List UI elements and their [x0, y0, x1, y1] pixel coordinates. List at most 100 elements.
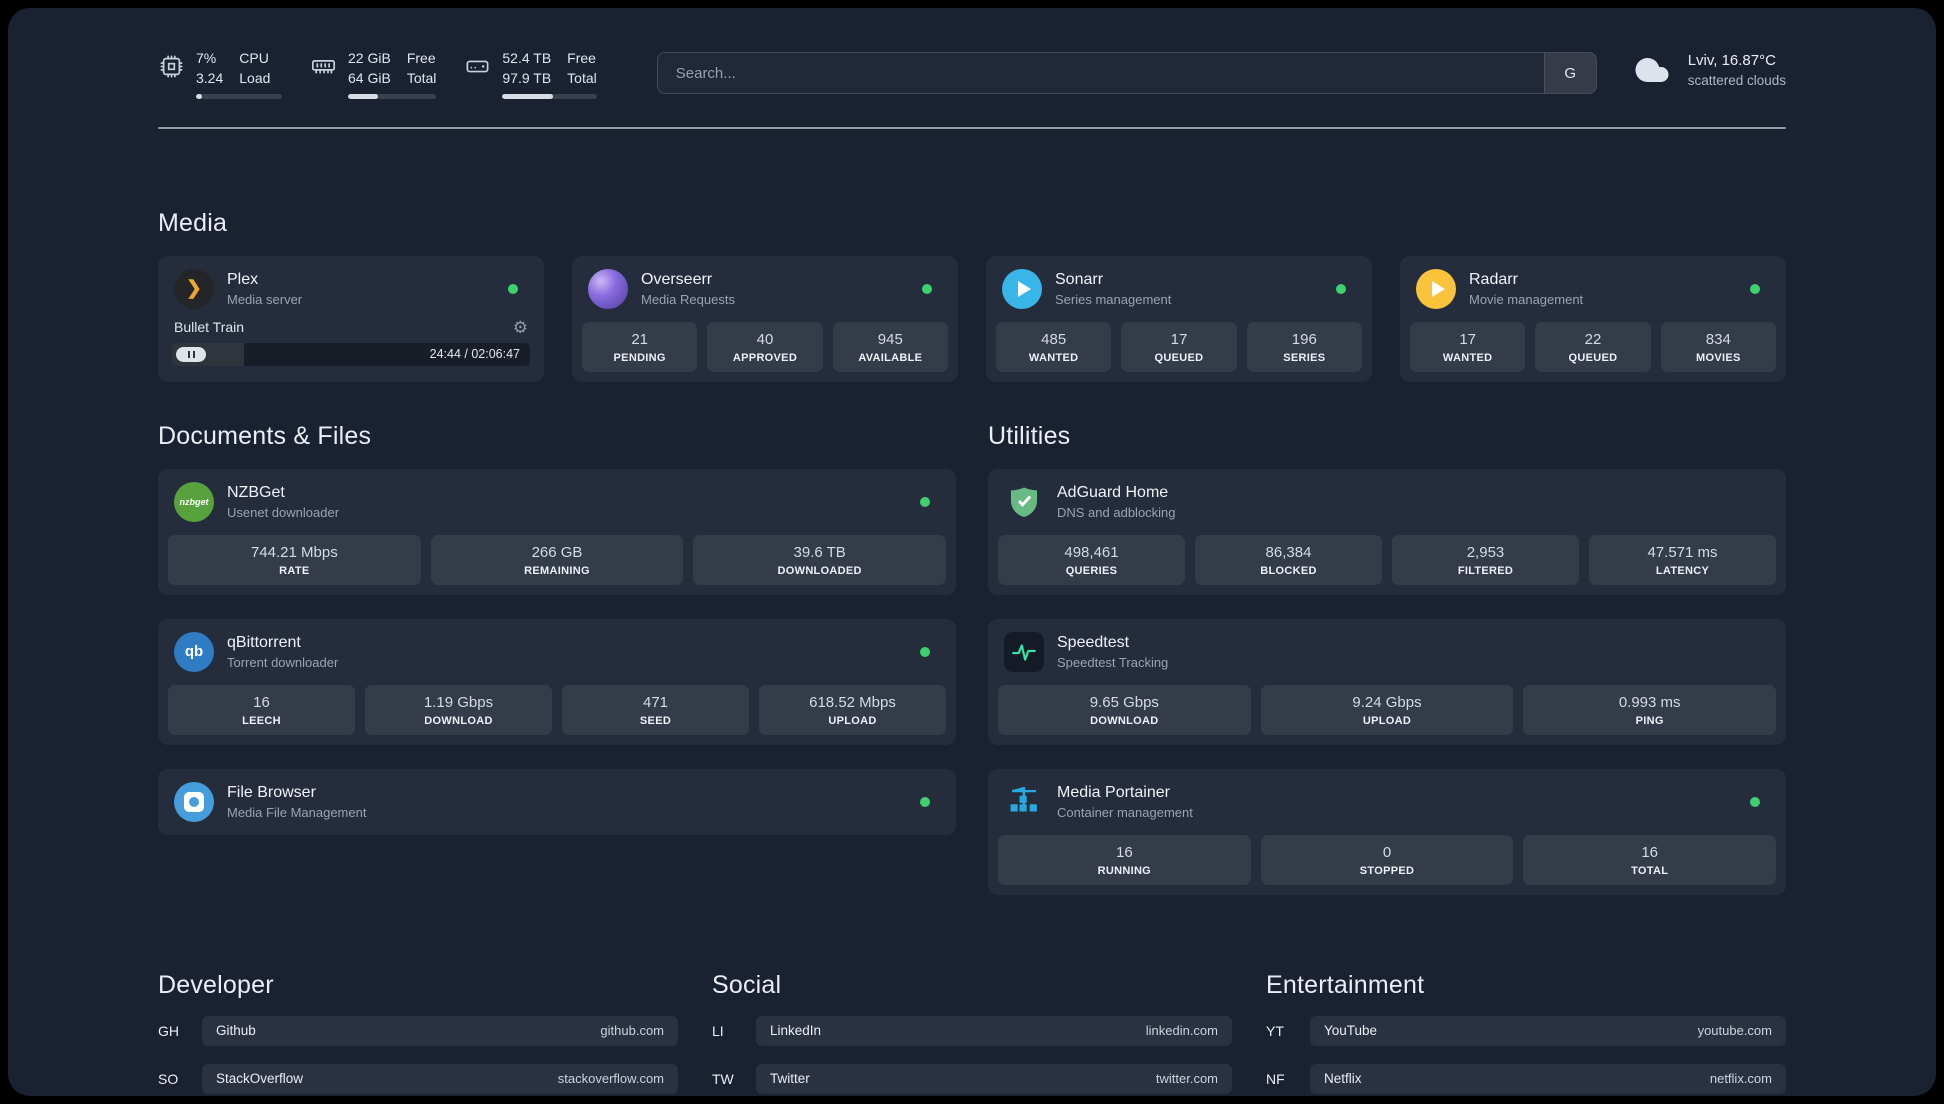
card-overseerr: Overseerr Media Requests 21 PENDING 40 A… — [572, 255, 958, 382]
stat-value: 744.21 Mbps — [250, 543, 338, 561]
bookmarks: Developer GH Github github.com SO StackO… — [158, 971, 1786, 1096]
weather-condition: scattered clouds — [1687, 73, 1786, 88]
stat-available: 945 AVAILABLE — [832, 321, 948, 372]
stat-label: DOWNLOADED — [777, 564, 862, 577]
stat-label: RATE — [279, 564, 310, 577]
disk-total-value: 97.9 TB — [502, 69, 552, 86]
stat-running: 16 RUNNING — [998, 834, 1251, 885]
card-portainer: Media Portainer Container management 16 … — [988, 768, 1786, 895]
section-title-entertainment: Entertainment — [1266, 970, 1425, 999]
overseerr-app-link[interactable]: Overseerr Media Requests — [582, 266, 948, 312]
stat-series: 196 SERIES — [1246, 321, 1362, 372]
app-name: NZBGet — [227, 483, 285, 501]
app-subtitle: Container management — [1057, 804, 1193, 820]
stat-value: 16 — [1641, 843, 1659, 861]
stat-label: APPROVED — [732, 351, 798, 364]
memory-icon — [310, 53, 337, 99]
stat-value: 17 — [1459, 330, 1476, 348]
stat-label: SEED — [639, 714, 672, 727]
card-adguard: AdGuard Home DNS and adblocking 498,461 … — [988, 468, 1786, 595]
search-bar: G — [656, 52, 1597, 94]
overseerr-stats: 21 PENDING 40 APPROVED 945 AVAILABLE — [582, 321, 948, 372]
memory-free-label: Free — [406, 50, 436, 66]
status-dot — [920, 646, 930, 657]
stat-queued: 17 QUEUED — [1121, 321, 1237, 372]
cloud-icon — [1629, 52, 1675, 88]
app-name: Sonarr — [1055, 270, 1104, 288]
stat-ping: 0.993 ms PING — [1523, 684, 1777, 735]
stat-value: 471 — [642, 693, 669, 711]
disk-usage-fill — [502, 93, 554, 99]
stat-pending: 21 PENDING — [582, 321, 698, 372]
gear-icon[interactable]: ⚙ — [513, 319, 528, 336]
filebrowser-app-link[interactable]: File Browser Media File Management — [168, 779, 946, 825]
plex-app-link[interactable]: ❯ Plex Media server — [168, 266, 534, 312]
stat-value: 1.19 Gbps — [423, 693, 494, 711]
stat-leech: 16 LEECH — [168, 684, 355, 735]
disk-free-value: 52.4 TB — [502, 50, 552, 66]
stat-label: QUERIES — [1065, 564, 1118, 577]
cpu-percent-value: 7% — [196, 50, 217, 66]
stat-label: DOWNLOAD — [424, 714, 493, 727]
card-plex: ❯ Plex Media server Bullet Train ⚙ 24:44… — [158, 255, 544, 382]
card-qbittorrent: qb qBittorrent Torrent downloader 16 LEE… — [158, 618, 956, 745]
sonarr-app-link[interactable]: Sonarr Series management — [996, 266, 1362, 312]
search-provider-button[interactable]: G — [1543, 53, 1596, 93]
search-input[interactable] — [657, 53, 1544, 93]
overseerr-icon — [588, 268, 628, 309]
app-name: qBittorrent — [227, 633, 301, 651]
adguard-icon — [1004, 482, 1044, 522]
bookmark-name: StackOverflow — [216, 1071, 304, 1087]
app-name: Speedtest — [1057, 633, 1130, 651]
bookmark-youtube[interactable]: YT YouTube youtube.com — [1266, 1015, 1786, 1046]
bookmark-abbr: GH — [158, 1022, 179, 1039]
stat-label: LATENCY — [1655, 564, 1710, 577]
bookmark-url: netflix.com — [1709, 1071, 1772, 1087]
speedtest-app-link[interactable]: Speedtest Speedtest Tracking — [998, 629, 1776, 675]
playback-progress-bar[interactable]: 24:44 / 02:06:47 — [172, 342, 530, 366]
pause-icon[interactable] — [176, 346, 206, 362]
filebrowser-icon — [174, 781, 214, 822]
nzbget-app-link[interactable]: nzbget NZBGet Usenet downloader — [168, 479, 946, 525]
header-divider — [158, 126, 1786, 129]
status-dot — [922, 283, 932, 294]
card-sonarr: Sonarr Series management 485 WANTED 17 Q… — [986, 255, 1372, 382]
bookmark-github[interactable]: GH Github github.com — [158, 1015, 678, 1046]
section-title-social: Social — [712, 970, 782, 999]
stat-upload: 618.52 Mbps UPLOAD — [759, 684, 946, 735]
adguard-app-link[interactable]: AdGuard Home DNS and adblocking — [998, 479, 1776, 525]
section-title-media: Media — [158, 208, 228, 237]
stat-value: 22 — [1584, 330, 1602, 348]
bookmark-name: Twitter — [770, 1071, 810, 1087]
stat-value: 0.993 ms — [1618, 693, 1681, 711]
memory-total-value: 64 GiB — [348, 69, 391, 86]
stat-queued: 22 QUEUED — [1535, 321, 1651, 372]
status-dot — [920, 796, 930, 807]
disk-icon — [464, 53, 491, 99]
bookmark-twitter[interactable]: TW Twitter twitter.com — [712, 1063, 1232, 1094]
stat-value: 618.52 Mbps — [809, 693, 896, 711]
status-dot — [1750, 796, 1760, 807]
stat-value: 40 — [756, 330, 774, 348]
stat-total: 16 TOTAL — [1523, 834, 1777, 885]
bookmark-netflix[interactable]: NF Netflix netflix.com — [1266, 1063, 1786, 1094]
qbittorrent-icon: qb — [174, 631, 214, 672]
stat-value: 21 — [631, 330, 648, 348]
cpu-icon — [158, 53, 185, 99]
dashboard: 7% 3.24 CPU Load 22 GiB 64 GiB Free Tota… — [8, 8, 1936, 1096]
nzbget-stats: 744.21 Mbps RATE 266 GB REMAINING 39.6 T… — [168, 534, 947, 585]
top-bar: 7% 3.24 CPU Load 22 GiB 64 GiB Free Tota… — [158, 50, 1786, 99]
qbittorrent-stats: 16 LEECH 1.19 Gbps DOWNLOAD 471 SEED 618… — [168, 684, 946, 735]
bookmark-linkedin[interactable]: LI LinkedIn linkedin.com — [712, 1015, 1232, 1046]
bookmark-stackoverflow[interactable]: SO StackOverflow stackoverflow.com — [158, 1063, 678, 1094]
radarr-app-link[interactable]: Radarr Movie management — [1410, 266, 1776, 312]
portainer-app-link[interactable]: Media Portainer Container management — [998, 779, 1776, 825]
memory-usage-fill — [348, 93, 379, 99]
qbittorrent-app-link[interactable]: qb qBittorrent Torrent downloader — [168, 629, 946, 675]
disk-usage-bar — [502, 93, 597, 99]
app-name: Radarr — [1469, 270, 1518, 288]
cpu-usage-fill — [196, 93, 203, 99]
stat-value: 945 — [877, 330, 903, 348]
stat-remaining: 266 GB REMAINING — [430, 534, 684, 585]
stat-value: 9.24 Gbps — [1352, 693, 1422, 711]
